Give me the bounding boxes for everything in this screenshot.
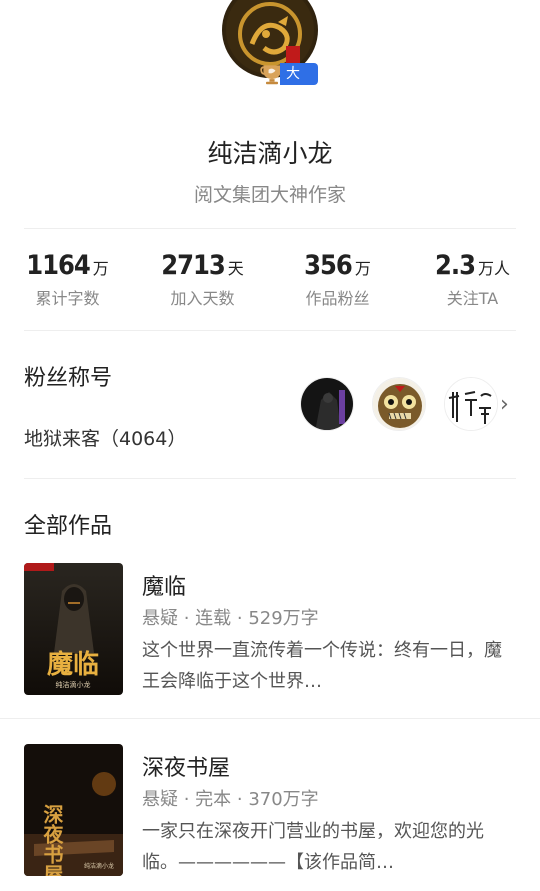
stat-value: 1164 xyxy=(26,250,91,281)
great-god-badge: 大神 xyxy=(260,62,318,104)
book-cover-shenye-icon: 深夜书屋 纯洁滴小龙 xyxy=(24,744,123,876)
book-meta: 悬疑 · 完本 · 370万字 xyxy=(142,789,319,810)
stats-row: 1164 万 累计字数 2713 天 加入天数 356 万 作品粉丝 2.3 万人 关注… xyxy=(0,250,540,309)
book-meta: 悬疑 · 连载 · 529万字 xyxy=(142,608,319,629)
book-cover[interactable]: 深夜书屋 纯洁滴小龙 xyxy=(24,744,123,876)
stat-unit: 万人 xyxy=(478,259,511,278)
book-item[interactable]: 深夜书屋 纯洁滴小龙 深夜书屋 悬疑 · 完本 · 370万字 一家只在深夜开门… xyxy=(24,744,516,876)
stat-value: 356 xyxy=(304,250,353,281)
author-avatar-wrap: 大神 xyxy=(222,0,318,104)
stat-unit: 万 xyxy=(92,259,109,278)
stat-total-words: 1164 万 累计字数 xyxy=(0,250,135,309)
divider xyxy=(24,478,516,479)
fan-avatar[interactable] xyxy=(444,377,498,431)
author-name: 纯洁滴小龙 xyxy=(207,139,333,168)
stat-followers[interactable]: 2.3 万人 关注TA xyxy=(405,250,540,309)
works-heading: 全部作品 xyxy=(24,514,113,539)
fan-title-value: 地狱来客（4064） xyxy=(24,428,187,450)
badge-label: 大神 xyxy=(280,63,318,104)
fan-avatar-calligraphy-icon xyxy=(445,378,497,430)
author-title: 阅文集团大神作家 xyxy=(193,184,346,206)
stat-label: 关注TA xyxy=(446,289,499,308)
stat-join-days: 2713 天 加入天数 xyxy=(135,250,270,309)
stat-unit: 天 xyxy=(227,259,244,278)
cover-author-text: 纯洁滴小龙 xyxy=(56,680,91,689)
book-title[interactable]: 深夜书屋 xyxy=(142,750,230,782)
book-description: 这个世界一直流传着一个传说：终有一日，魔王会降临于这个世界… xyxy=(142,640,502,692)
fan-avatar-mask-icon xyxy=(373,378,425,430)
divider xyxy=(0,718,540,719)
cover-title-text: 魔临 xyxy=(47,649,99,680)
book-item[interactable]: 魔临 纯洁滴小龙 魔临 悬疑 · 连载 · 529万字 这个世界一直流传着一个传… xyxy=(24,563,516,695)
chevron-right-icon[interactable]: › xyxy=(500,392,509,417)
book-cover-molin-icon: 魔临 纯洁滴小龙 xyxy=(24,563,123,695)
fan-avatars[interactable] xyxy=(300,377,498,431)
stat-unit: 万 xyxy=(354,259,371,278)
stat-label: 累计字数 xyxy=(35,289,100,308)
divider xyxy=(24,228,516,229)
divider xyxy=(24,330,516,331)
book-description: 一家只在深夜开门营业的书屋，欢迎您的光临。——————【该作品简… xyxy=(142,821,484,873)
cover-title-text: 深夜书屋 xyxy=(40,804,64,876)
book-title[interactable]: 魔临 xyxy=(142,569,186,601)
stat-value: 2713 xyxy=(161,250,226,281)
stat-label: 作品粉丝 xyxy=(305,289,370,308)
stat-value: 2.3 xyxy=(434,250,476,281)
stat-work-fans: 356 万 作品粉丝 xyxy=(270,250,405,309)
book-cover[interactable]: 魔临 纯洁滴小龙 xyxy=(24,563,123,695)
fan-avatar[interactable] xyxy=(300,377,354,431)
fan-title-heading: 粉丝称号 xyxy=(24,366,113,391)
cover-author-text: 纯洁滴小龙 xyxy=(84,862,114,870)
fan-avatar[interactable] xyxy=(372,377,426,431)
fan-avatar-dark-figure-icon xyxy=(301,378,353,430)
stat-label: 加入天数 xyxy=(170,289,235,308)
